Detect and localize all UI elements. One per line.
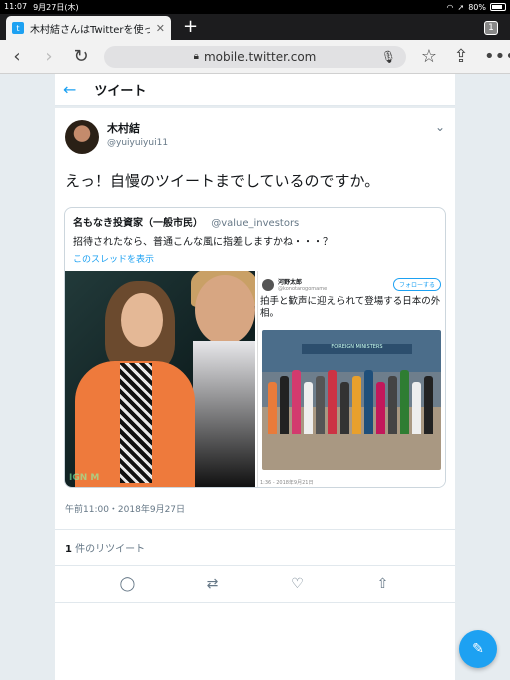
screenshot-text: 拍手と歓声に迎えられて登場する日本の外相。 bbox=[260, 296, 441, 319]
author-display-name[interactable]: 木村結 bbox=[107, 120, 168, 136]
retweet-count: 1 bbox=[65, 544, 72, 555]
share-icon[interactable]: ⇧ bbox=[374, 576, 392, 592]
screenshot-person bbox=[412, 382, 421, 434]
screenshot-avatar bbox=[262, 278, 274, 291]
reload-icon[interactable]: ↻ bbox=[72, 46, 90, 67]
screenshot-person bbox=[388, 376, 397, 434]
wifi-icon: ◠ bbox=[446, 2, 454, 12]
bookmark-star-icon[interactable]: ☆ bbox=[420, 46, 438, 67]
battery-icon bbox=[490, 3, 506, 11]
tab-count-button[interactable]: 1 bbox=[484, 21, 498, 35]
status-bar: 11:07 9月27日(木) ◠ ➚ 80% bbox=[0, 0, 510, 14]
new-tab-button[interactable]: + bbox=[183, 16, 198, 37]
screenshot-follow-button: フォローする bbox=[392, 278, 441, 291]
retweet-label: 件のリツイート bbox=[71, 544, 146, 555]
screenshot-person bbox=[352, 376, 361, 434]
quoted-display-name: 名もなき投資家（一般市民） bbox=[73, 218, 203, 229]
photo-watermark: IGN M bbox=[69, 473, 100, 483]
screenshot-person bbox=[280, 376, 289, 434]
retweet-stats[interactable]: 1 件のリツイート bbox=[55, 530, 455, 566]
url-text: mobile.twitter.com bbox=[203, 49, 317, 64]
quoted-handle: @value_investors bbox=[211, 218, 300, 229]
tweet-text: えっ！自慢のツイートまでしているのですか。 bbox=[65, 172, 380, 190]
tab-title: 木村結さんはTwitterを使っ bbox=[30, 24, 150, 36]
quoted-text: 招待されたなら、普通こんな風に指差しますかね・・・？ bbox=[73, 237, 333, 248]
screenshot-person bbox=[292, 370, 301, 434]
close-tab-icon[interactable]: ✕ bbox=[156, 22, 165, 35]
show-thread-link[interactable]: このスレッドを表示 bbox=[65, 248, 445, 271]
browser-toolbar: ‹ › ↻ 🔒︎ mobile.twitter.com 🎙︎ ☆ ⇪ ••• bbox=[0, 40, 510, 74]
battery-percent: 80% bbox=[468, 2, 486, 12]
screenshot-person bbox=[304, 382, 313, 434]
location-icon: ➚ bbox=[457, 2, 465, 12]
browser-tab-bar: t 木村結さんはTwitterを使っ ✕ + 1 bbox=[0, 14, 510, 40]
back-icon[interactable]: ‹ bbox=[8, 46, 26, 67]
screenshot-photo: FOREIGN MINISTERS bbox=[262, 330, 441, 470]
like-icon[interactable]: ♡ bbox=[289, 576, 307, 592]
screenshot-people bbox=[268, 370, 435, 434]
page-title: ツイート bbox=[94, 84, 147, 99]
tweet-detail: 木村結 @yuiyuiyui11 ⌄ えっ！自慢のツイートまでしているのですか。… bbox=[55, 108, 455, 680]
screenshot-name: 河野太郎 bbox=[278, 279, 303, 286]
screenshot-person bbox=[364, 370, 373, 434]
status-time: 11:07 bbox=[4, 1, 28, 11]
screenshot-person bbox=[340, 382, 349, 434]
more-menu-icon[interactable]: ••• bbox=[484, 46, 510, 67]
tweet-timestamp: 午前11:00・2018年9月27日 bbox=[55, 488, 455, 530]
screenshot-person bbox=[268, 382, 277, 434]
quoted-tweet[interactable]: 名もなき投資家（一般市民） @value_investors 招待されたなら、普… bbox=[64, 207, 446, 488]
quoted-photo-2[interactable]: 河野太郎 @konotarogomame フォローする 拍手と歓声に迎えられて登… bbox=[257, 271, 445, 487]
screenshot-person bbox=[328, 370, 337, 434]
screenshot-handle: @konotarogomame bbox=[278, 286, 328, 292]
lock-icon: 🔒︎ bbox=[193, 51, 199, 62]
screenshot-person bbox=[376, 382, 385, 434]
author-handle[interactable]: @yuiyuiyui11 bbox=[107, 138, 168, 148]
quoted-photo-1[interactable]: IGN M bbox=[65, 271, 255, 487]
screenshot-person bbox=[316, 376, 325, 434]
retweet-icon[interactable]: ⇄ bbox=[204, 576, 222, 592]
reply-icon[interactable]: ◯ bbox=[119, 576, 137, 592]
microphone-icon[interactable]: 🎙︎ bbox=[381, 50, 396, 64]
screenshot-person bbox=[424, 376, 433, 434]
tweet-actions: ◯ ⇄ ♡ ⇧ bbox=[55, 566, 455, 603]
twitter-favicon-icon: t bbox=[12, 22, 24, 34]
share-icon[interactable]: ⇪ bbox=[452, 46, 470, 67]
quoted-media: IGN M 河野太郎 @konotarogomame フォローする 拍手と歓声に… bbox=[65, 271, 445, 487]
back-arrow-icon[interactable]: ← bbox=[63, 80, 76, 99]
browser-tab[interactable]: t 木村結さんはTwitterを使っ ✕ bbox=[6, 16, 171, 40]
address-bar[interactable]: 🔒︎ mobile.twitter.com 🎙︎ bbox=[104, 45, 406, 68]
screenshot-person bbox=[400, 370, 409, 434]
compose-tweet-button[interactable]: ✎ bbox=[459, 630, 497, 668]
compose-icon: ✎ bbox=[472, 641, 484, 657]
tweet-author: 木村結 @yuiyuiyui11 ⌄ bbox=[55, 108, 455, 154]
page-header: ← ツイート bbox=[55, 74, 455, 106]
chevron-down-icon[interactable]: ⌄ bbox=[435, 120, 445, 154]
screenshot-banner: FOREIGN MINISTERS bbox=[302, 344, 412, 354]
status-date: 9月27日(木) bbox=[33, 2, 79, 12]
forward-icon[interactable]: › bbox=[40, 46, 58, 67]
avatar[interactable] bbox=[65, 120, 99, 154]
screenshot-caption: 1:36 - 2018年9月21日 bbox=[260, 480, 314, 486]
